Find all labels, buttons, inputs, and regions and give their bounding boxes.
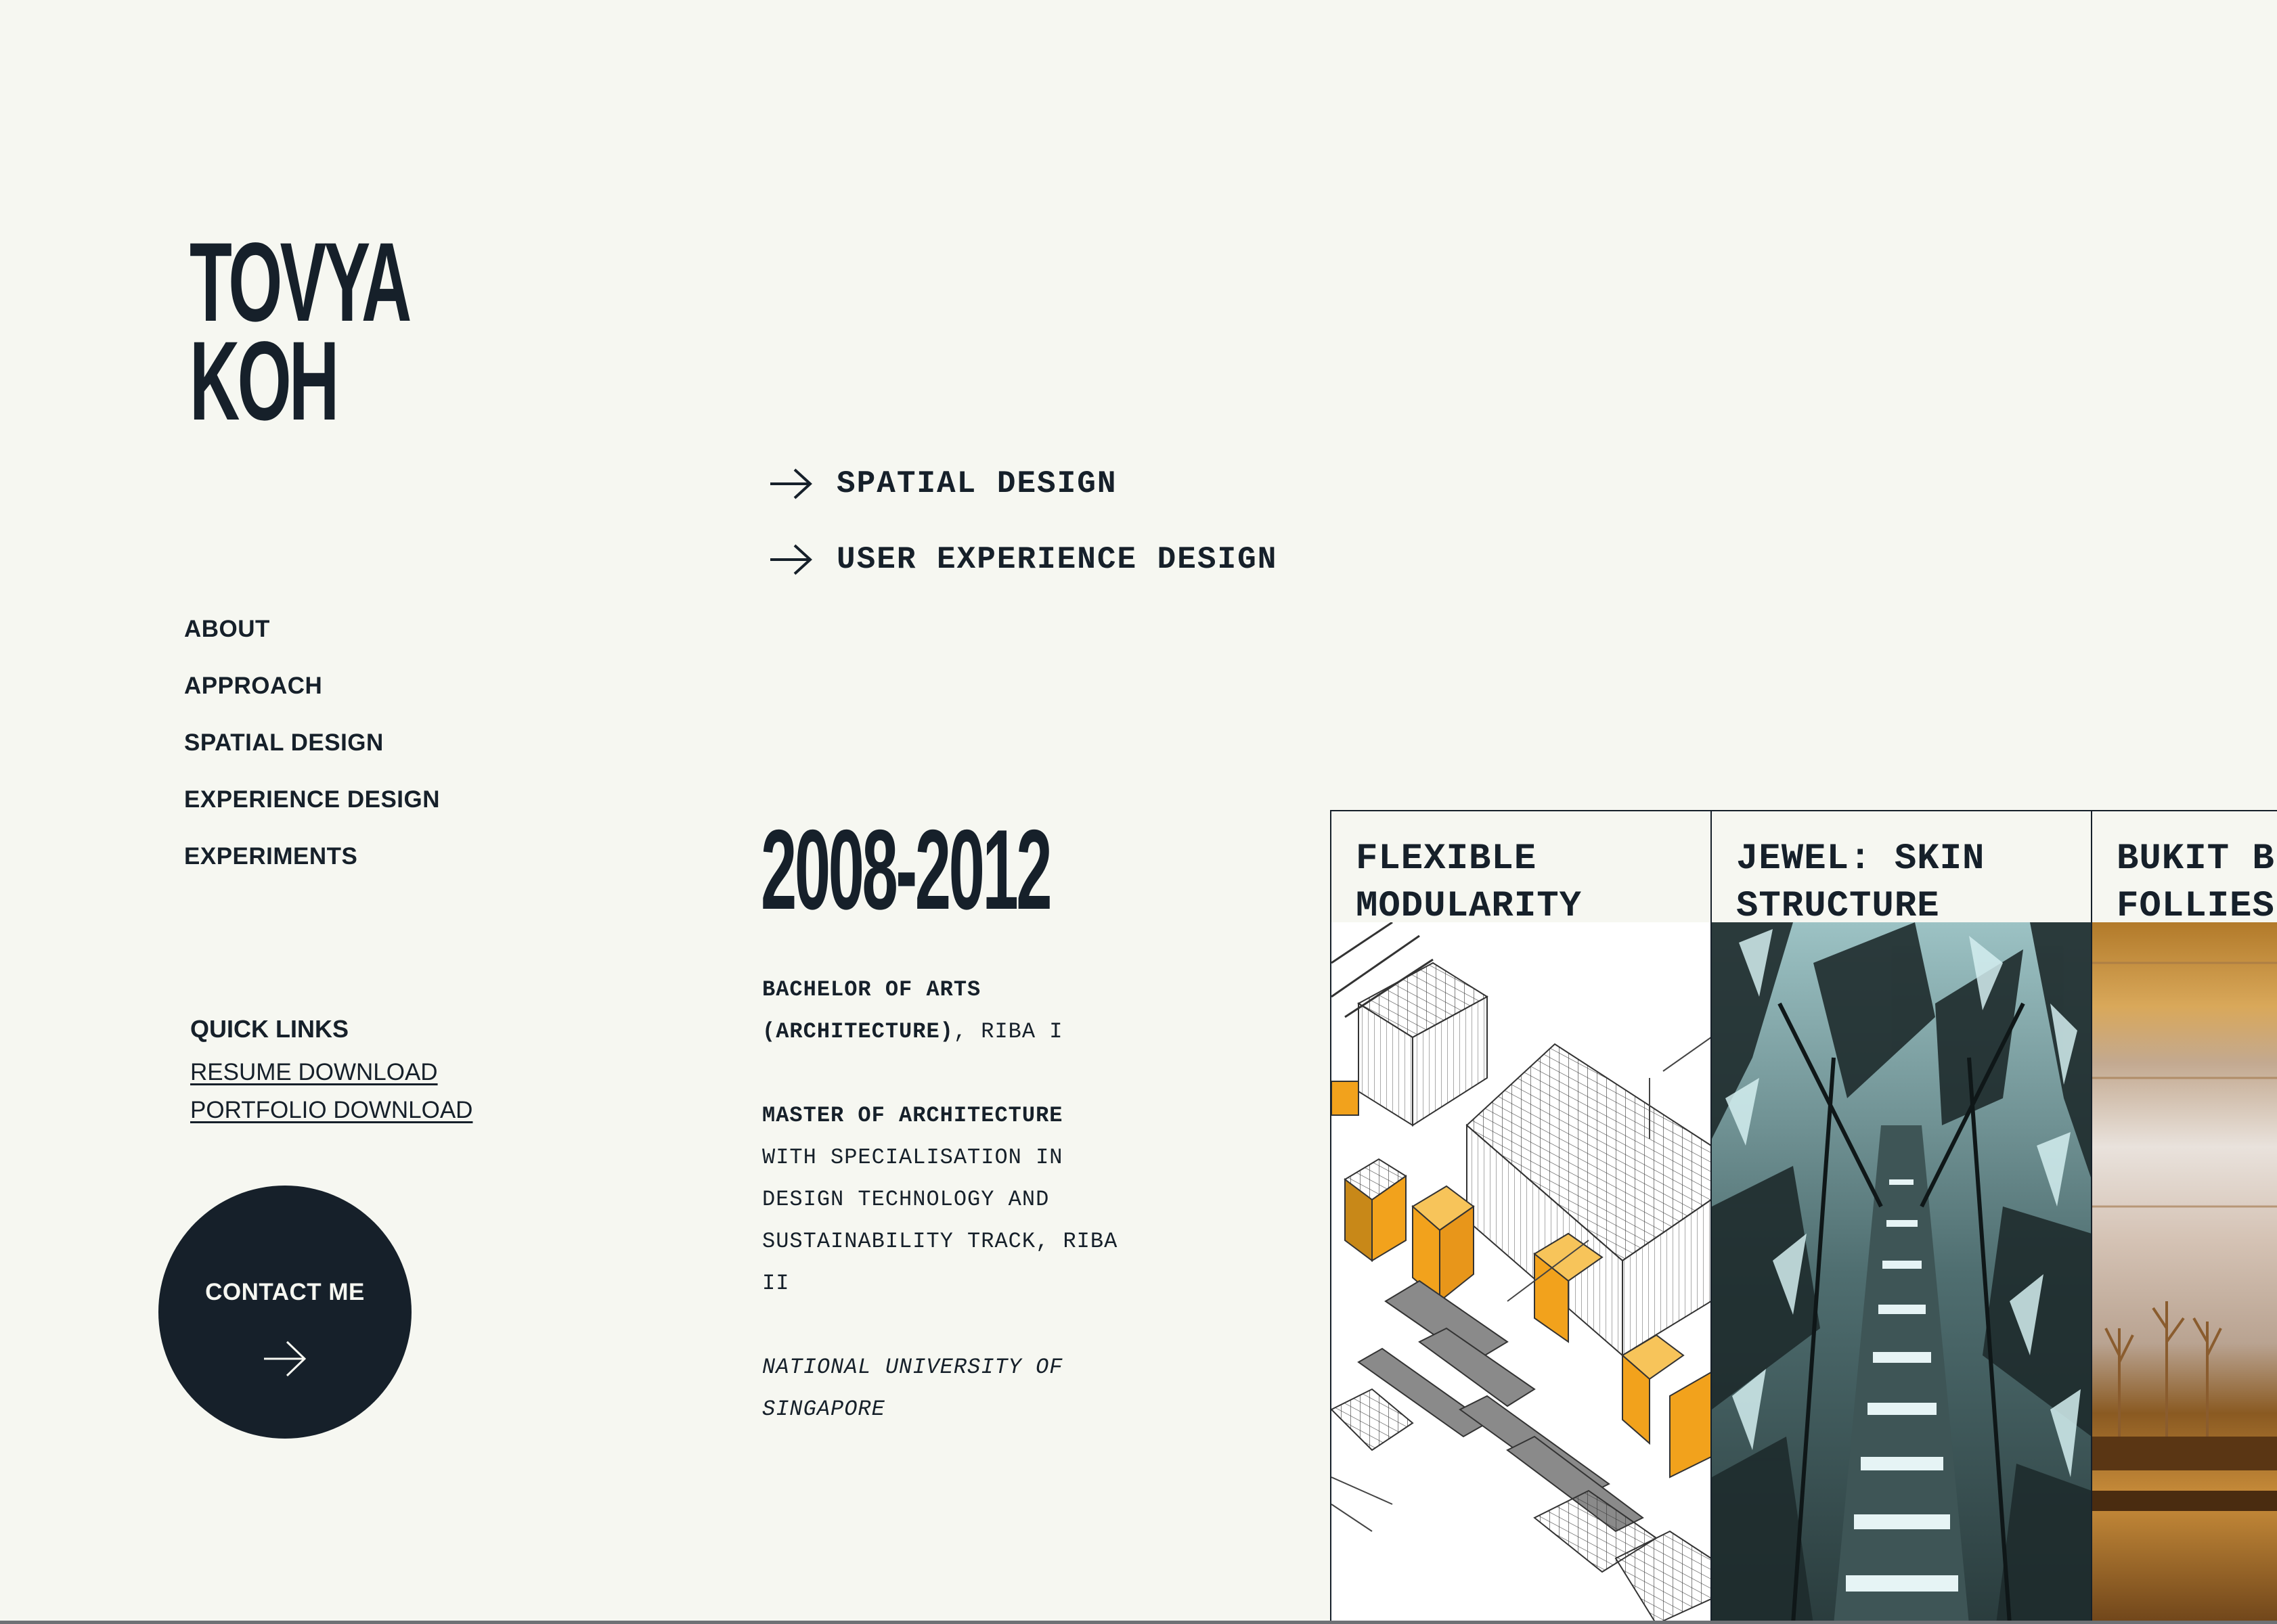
arrow-right-icon (770, 544, 812, 575)
school-name: NATIONAL UNIVERSITY OF SINGAPORE (762, 1355, 1063, 1422)
education-details: BACHELOR OF ARTS (ARCHITECTURE), RIBA I … (762, 969, 1141, 1472)
project-card-header: BUKIT B FOLLIES (2092, 810, 2277, 927)
logo-last-name: KOH (190, 319, 339, 444)
project-image-wooden-model (2092, 922, 2277, 1624)
project-title: JEWEL: SKIN STRUCTURE (1736, 836, 1985, 930)
arrow-right-icon (264, 1340, 307, 1377)
project-title: BUKIT B FOLLIES (2117, 836, 2275, 930)
project-carousel[interactable]: FLEXIBLE MODULARITY JEWEL: SKIN STRUCTUR… (1330, 810, 2277, 1624)
quick-links-title: QUICK LINKS (190, 1015, 349, 1043)
contact-me-button[interactable]: CONTACT ME (158, 1186, 412, 1439)
service-link-spatial-design[interactable]: SPATIAL DESIGN (769, 464, 1117, 504)
nav-item-spatial-design[interactable]: SPATIAL DESIGN (184, 728, 440, 785)
nav-item-about[interactable]: ABOUT (184, 614, 440, 671)
project-card-jewel-skin-structure[interactable]: JEWEL: SKIN STRUCTURE (1710, 810, 2092, 1624)
degree-master-details: WITH SPECIALISATION IN DESIGN TECHNOLOGY… (762, 1145, 1118, 1296)
nav-item-experiments[interactable]: EXPERIMENTS (184, 842, 440, 899)
degree-bachelor-title: BACHELOR OF ARTS (762, 977, 981, 1002)
resume-download-link[interactable]: RESUME DOWNLOAD (190, 1054, 472, 1091)
education-years: 2008-2012 (761, 806, 1053, 933)
project-card-header: JEWEL: SKIN STRUCTURE (1712, 810, 2092, 927)
degree-master: MASTER OF ARCHITECTURE WITH SPECIALISATI… (762, 1095, 1141, 1305)
project-title-line: FLEXIBLE (1356, 838, 1537, 880)
main-nav: ABOUT APPROACH SPATIAL DESIGN EXPERIENCE… (184, 614, 440, 899)
degree-bachelor: BACHELOR OF ARTS (ARCHITECTURE), RIBA I (762, 969, 1141, 1053)
arrow-right-icon (770, 468, 812, 499)
nav-item-approach[interactable]: APPROACH (184, 671, 440, 728)
degree-bachelor-suffix: , RIBA I (953, 1019, 1063, 1044)
portfolio-download-link[interactable]: PORTFOLIO DOWNLOAD (190, 1091, 472, 1129)
project-title-line: BUKIT B (2117, 838, 2275, 880)
quick-links: QUICK LINKS RESUME DOWNLOAD PORTFOLIO DO… (190, 1013, 472, 1129)
contact-label: CONTACT ME (205, 1279, 365, 1305)
logo-first-name: TOVYA (190, 220, 412, 345)
project-title-line: JEWEL: SKIN (1736, 838, 1985, 880)
degree-bachelor-subtitle: (ARCHITECTURE) (762, 1019, 954, 1044)
project-card-flexible-modularity[interactable]: FLEXIBLE MODULARITY (1330, 810, 1711, 1624)
project-image-isometric-drawing (1331, 922, 1711, 1624)
service-label: USER EXPERIENCE DESIGN (837, 542, 1278, 577)
project-card-bukit-follies[interactable]: BUKIT B FOLLIES (2091, 810, 2277, 1624)
site-logo[interactable]: TOVYA KOH (190, 220, 412, 444)
service-link-ux-design[interactable]: USER EXPERIENCE DESIGN (769, 539, 1277, 580)
nav-item-experience-design[interactable]: EXPERIENCE DESIGN (184, 785, 440, 842)
project-title: FLEXIBLE MODULARITY (1356, 836, 1582, 930)
project-image-glass-structure (1712, 922, 2092, 1624)
degree-master-title: MASTER OF ARCHITECTURE (762, 1103, 1063, 1128)
page-bottom-border (0, 1621, 2277, 1624)
project-card-header: FLEXIBLE MODULARITY (1331, 810, 1711, 927)
service-label: SPATIAL DESIGN (837, 466, 1118, 501)
